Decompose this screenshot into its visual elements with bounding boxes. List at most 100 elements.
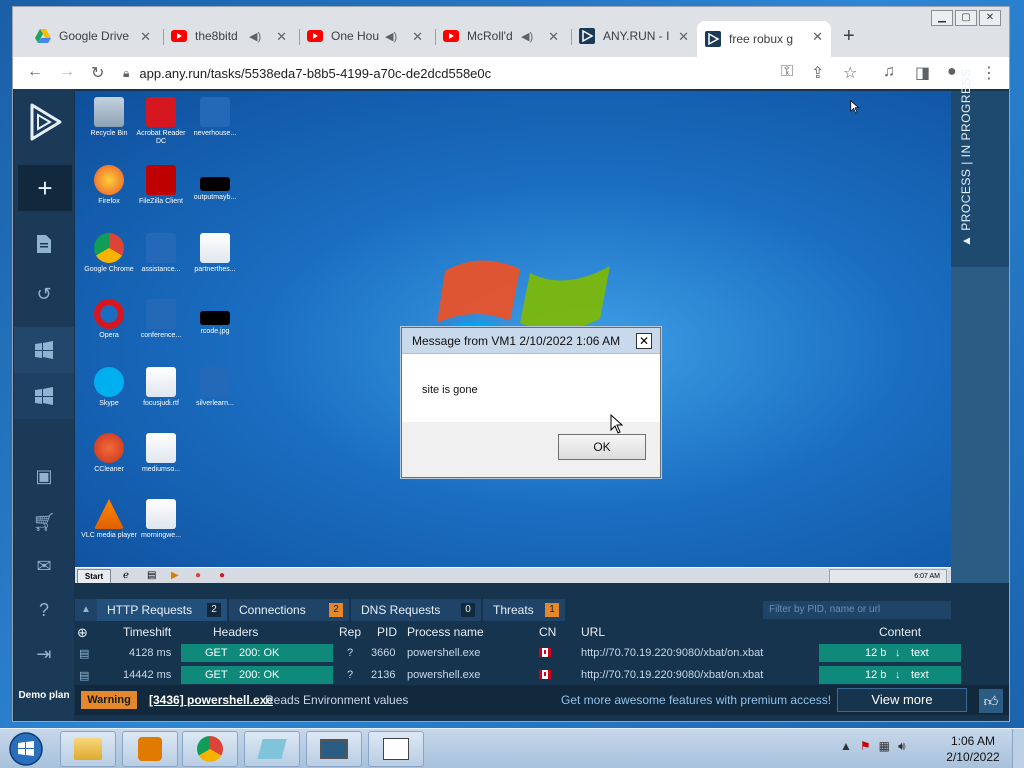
reports-document-icon[interactable]	[14, 221, 74, 267]
tab-http-requests[interactable]: HTTP Requests 2	[97, 599, 227, 621]
desktop-icon-firefox[interactable]: Firefox	[81, 165, 137, 206]
forward-arrow-icon[interactable]: →	[59, 63, 75, 81]
table-row[interactable]: ▤ 4128 ms GET 200: OK ? 3660 powershell.…	[75, 643, 961, 663]
user-profile-icon[interactable]: ▣	[14, 453, 74, 499]
tray-expand-icon[interactable]: ▲	[840, 739, 852, 759]
mail-icon[interactable]: ✉	[14, 543, 74, 589]
windows-start-orb-icon[interactable]	[4, 731, 48, 767]
close-tab-icon[interactable]: ✕	[548, 29, 559, 45]
back-arrow-icon[interactable]: ←	[27, 63, 43, 81]
network-error-icon[interactable]: ⚑	[860, 739, 871, 759]
taskbar-notepad[interactable]	[244, 731, 300, 767]
tab-youtube-1[interactable]: the8bitd ◀) ✕	[163, 21, 295, 51]
desktop-icon-skype[interactable]: Skype	[81, 367, 137, 408]
content-badge[interactable]: 12 b ↓ text	[819, 644, 961, 662]
tab-dns-requests[interactable]: DNS Requests 0	[351, 599, 481, 621]
tab-youtube-2[interactable]: One Hou ◀) ✕	[299, 21, 431, 51]
close-tab-icon[interactable]: ✕	[412, 29, 423, 45]
folder-icon	[74, 738, 102, 760]
desktop-icon-acrobat[interactable]: Acrobat Reader DC	[133, 97, 189, 146]
warning-process-link[interactable]: [3436] powershell.exe	[149, 693, 273, 707]
thumbs-up-icon[interactable]: 👍︎	[979, 689, 1003, 713]
windows-vm-icon-2[interactable]	[14, 373, 74, 419]
desktop-icon-vlc[interactable]: VLC media player	[81, 499, 137, 540]
taskbar-chrome[interactable]	[182, 731, 238, 767]
table-row[interactable]: ▤ 14442 ms GET 200: OK ? 2136 powershell…	[75, 665, 961, 685]
new-task-plus-icon[interactable]: +	[18, 165, 72, 211]
network-icon[interactable]: ▦	[879, 739, 890, 759]
speaker-icon[interactable]: ◀)	[249, 30, 263, 43]
desktop-icon-ccleaner[interactable]: CCleaner	[81, 433, 137, 474]
desktop-icon-word[interactable]: mediumso...	[133, 433, 189, 474]
desktop-icon-rcode[interactable]: rcode.jpg	[187, 299, 243, 336]
taskbar-app[interactable]	[368, 731, 424, 767]
collapse-up-icon[interactable]: ▲	[75, 599, 97, 621]
tab-youtube-3[interactable]: McRoll'd ◀) ✕	[435, 21, 567, 51]
desktop-icon-file[interactable]: silverlearn...	[187, 367, 243, 408]
key-icon[interactable]: ⚿	[781, 63, 793, 81]
new-tab-button[interactable]: +	[843, 25, 855, 48]
tab-connections[interactable]: Connections 2	[229, 599, 349, 621]
minimize-button[interactable]: ▁	[931, 10, 953, 26]
vm-start-button[interactable]: Start	[77, 569, 111, 583]
close-tab-icon[interactable]: ✕	[140, 29, 151, 45]
taskbar-clock[interactable]: 1:06 AM 2/10/2022	[940, 733, 1006, 765]
shopping-cart-icon[interactable]: 🛒︎	[14, 499, 74, 545]
desktop-icon-output[interactable]: outputmayb...	[187, 165, 243, 202]
ie-icon[interactable]: ℯ	[123, 570, 129, 581]
process-panel[interactable]: ▲ PROCESS | IN PROGRESS	[951, 68, 1009, 583]
tab-threats[interactable]: Threats 1	[483, 599, 565, 621]
desktop-icon-word[interactable]: morningwe...	[133, 499, 189, 540]
desktop-icon-opera[interactable]: Opera	[81, 299, 137, 340]
help-question-icon[interactable]: ?	[14, 587, 74, 633]
reload-icon[interactable]: ↻	[91, 63, 104, 83]
desktop-icon-file[interactable]: conference...	[133, 299, 189, 340]
maximize-button[interactable]: ▢	[955, 10, 977, 26]
content-badge[interactable]: 12 b ↓ text	[819, 666, 961, 684]
profile-avatar-icon[interactable]: ●	[947, 63, 957, 81]
taskbar-explorer[interactable]	[60, 731, 116, 767]
close-tab-icon[interactable]: ✕	[678, 29, 689, 45]
globe-icon[interactable]: ⊕	[77, 625, 88, 641]
taskbar-monitor[interactable]	[306, 731, 362, 767]
taskbar-media-player[interactable]	[122, 731, 178, 767]
speaker-icon[interactable]: ◀)	[385, 30, 399, 43]
desktop-icon-word[interactable]: partnerthes...	[187, 233, 243, 274]
tab-google-drive[interactable]: Google Drive ✕	[27, 21, 159, 51]
speaker-icon[interactable]: ◀)	[521, 30, 535, 43]
menu-kebab-icon[interactable]: ⋮	[981, 63, 997, 83]
history-icon[interactable]: ↺	[14, 271, 74, 317]
show-desktop-button[interactable]	[1012, 729, 1024, 768]
desktop-icon-file[interactable]: assistance...	[133, 233, 189, 274]
filter-input[interactable]: Filter by PID, name or url	[763, 601, 951, 619]
close-window-button[interactable]: ✕	[979, 10, 1001, 26]
close-tab-icon[interactable]: ✕	[276, 29, 287, 45]
folder-icon[interactable]: ▤	[147, 570, 156, 581]
desktop-icon-chrome[interactable]: Google Chrome	[81, 233, 137, 274]
tab-anyrun[interactable]: ANY.RUN - I ✕	[571, 21, 697, 51]
desktop-icon-recycle-bin[interactable]: Recycle Bin	[81, 97, 137, 138]
volume-icon[interactable]: 🔊︎	[898, 739, 906, 759]
blank-file-icon	[200, 97, 230, 127]
desktop-icon-file[interactable]: neverhouse...	[187, 97, 243, 138]
media-control-icon[interactable]: ♫	[883, 63, 895, 81]
logout-icon[interactable]: ⇥	[14, 631, 74, 677]
close-icon[interactable]: ✕	[636, 333, 652, 349]
chrome-icon[interactable]: ●	[195, 570, 201, 581]
anyrun-logo-icon[interactable]	[24, 101, 66, 143]
chrome-icon	[197, 736, 223, 762]
vm-screen[interactable]: Recycle Bin Firefox Google Chrome Opera …	[75, 91, 951, 583]
share-icon[interactable]: ⇪	[811, 63, 824, 83]
desktop-icon-filezilla[interactable]: FileZilla Client	[133, 165, 189, 206]
desktop-icon-word[interactable]: focusjudi.rtf	[133, 367, 189, 408]
media-icon[interactable]: ▶	[171, 570, 179, 581]
count-badge: 2	[207, 603, 221, 617]
bookmark-star-icon[interactable]: ☆	[843, 63, 857, 83]
side-panel-icon[interactable]: ◨	[915, 63, 930, 83]
close-tab-icon[interactable]: ✕	[812, 29, 823, 45]
tab-active-anyrun[interactable]: free robux g ✕	[697, 21, 831, 57]
shield-icon[interactable]: ●	[219, 570, 225, 581]
windows-vm-icon[interactable]	[14, 327, 74, 373]
view-more-button[interactable]: View more	[837, 688, 967, 712]
ok-button[interactable]: OK	[558, 434, 646, 460]
